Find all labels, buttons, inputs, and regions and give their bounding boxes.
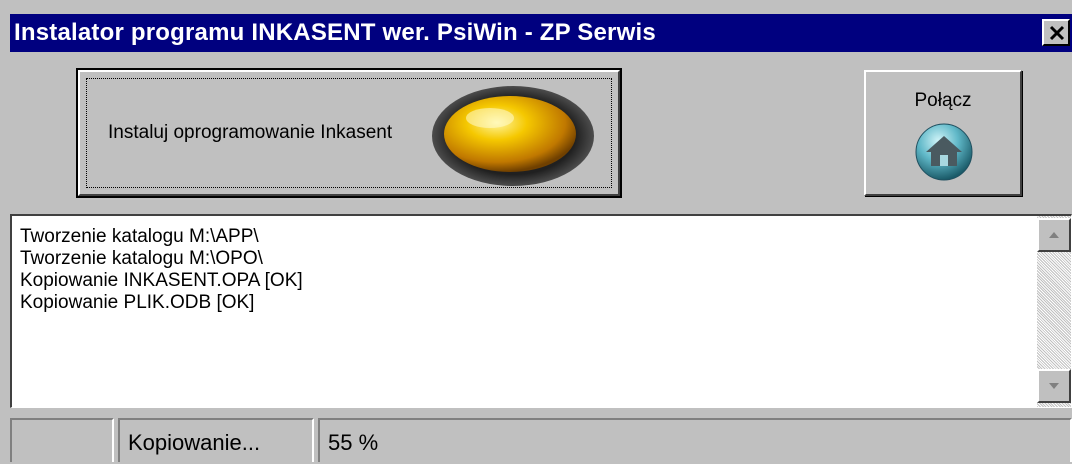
yellow-oval-icon — [432, 86, 594, 186]
vertical-scrollbar[interactable] — [1037, 216, 1071, 407]
scroll-up-button[interactable] — [1037, 218, 1071, 252]
arrow-up-icon — [1049, 232, 1059, 238]
status-panel-empty — [10, 418, 114, 462]
status-panel-action: Kopiowanie... — [118, 418, 314, 462]
log-line: Tworzenie katalogu M:\OPO\ — [20, 248, 263, 269]
status-progress-text: 55 % — [328, 430, 379, 455]
status-panel-progress: 55 % — [318, 418, 1072, 462]
status-action-text: Kopiowanie... — [128, 430, 261, 455]
close-button[interactable] — [1042, 19, 1070, 46]
log-textarea[interactable]: Tworzenie katalogu M:\APP\ Tworzenie kat… — [10, 214, 1072, 408]
status-bar: Kopiowanie... 55 % — [10, 414, 1072, 464]
connect-button[interactable]: Połącz — [864, 70, 1022, 196]
install-button-label: Instaluj oprogramowanie Inkasent — [108, 122, 393, 143]
home-icon — [915, 123, 973, 181]
title-bar[interactable]: Instalator programu INKASENT wer. PsiWin… — [10, 14, 1072, 52]
log-lines: Tworzenie katalogu M:\APP\ Tworzenie kat… — [20, 226, 303, 314]
installer-window: Instalator programu INKASENT wer. PsiWin… — [0, 0, 1072, 464]
window-title: Instalator programu INKASENT wer. PsiWin… — [14, 19, 656, 46]
scroll-down-button[interactable] — [1037, 369, 1071, 403]
log-line: Tworzenie katalogu M:\APP\ — [20, 226, 259, 247]
arrow-down-icon — [1049, 383, 1059, 389]
install-button[interactable]: Instaluj oprogramowanie Inkasent — [76, 68, 622, 198]
log-line: Kopiowanie INKASENT.OPA [OK] — [20, 270, 303, 291]
close-icon — [1049, 25, 1065, 41]
connect-button-label: Połącz — [914, 90, 972, 111]
log-line: Kopiowanie PLIK.ODB [OK] — [20, 292, 255, 313]
